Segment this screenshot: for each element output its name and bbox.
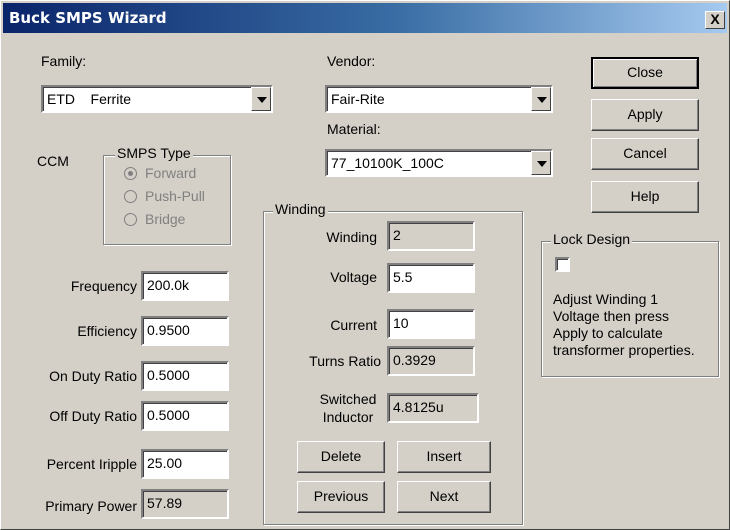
primary-power-label: Primary Power (45, 498, 137, 514)
material-select[interactable]: 77_10100K_100C (325, 149, 553, 177)
push-pull-label: Push-Pull (145, 188, 205, 204)
family-select[interactable]: ETD Ferrite (41, 85, 273, 113)
lock-design-text-4: transformer properties. (553, 342, 695, 358)
current-input[interactable]: 10 (387, 309, 475, 339)
winding-title: Winding (273, 201, 328, 217)
smps-type-title: SMPS Type (115, 145, 193, 161)
delete-button[interactable]: Delete (297, 441, 385, 473)
switched-inductor-label-1: Switched (319, 391, 377, 407)
on-duty-label: On Duty Ratio (49, 368, 137, 384)
lock-design-text-3: Apply to calculate (553, 325, 663, 341)
vendor-value: Fair-Rite (331, 91, 385, 107)
previous-button[interactable]: Previous (297, 481, 385, 513)
efficiency-input[interactable]: 0.9500 (141, 316, 229, 346)
turns-ratio-label: Turns Ratio (309, 353, 381, 369)
push-pull-radio[interactable] (124, 190, 137, 203)
forward-radio[interactable] (124, 167, 137, 180)
frequency-input[interactable]: 200.0k (141, 271, 229, 301)
off-duty-label: Off Duty Ratio (49, 408, 137, 424)
apply-button[interactable]: Apply (591, 99, 699, 131)
close-button[interactable]: Close (591, 57, 699, 89)
chevron-down-icon[interactable] (251, 87, 271, 111)
title-bar[interactable]: Buck SMPS Wizard X (3, 3, 727, 33)
lock-design-text-2: Voltage then press (553, 308, 669, 324)
window-title: Buck SMPS Wizard (9, 9, 167, 27)
wizard-window: Buck SMPS Wizard X Family: ETD Ferrite V… (0, 0, 730, 530)
lock-design-title: Lock Design (551, 231, 633, 247)
material-value: 77_10100K_100C (331, 155, 444, 171)
vendor-select[interactable]: Fair-Rite (325, 85, 553, 113)
switched-inductor-value: 4.8125u (387, 393, 479, 423)
material-label: Material: (327, 121, 381, 137)
current-label: Current (330, 317, 377, 333)
ripple-label: Percent Iripple (46, 456, 137, 472)
close-window-button[interactable]: X (705, 11, 725, 29)
insert-button[interactable]: Insert (397, 441, 491, 473)
winding-number: 2 (387, 221, 475, 251)
bridge-radio[interactable] (124, 213, 137, 226)
family-label: Family: (41, 53, 87, 69)
vendor-label: Vendor: (327, 53, 376, 69)
primary-power-value: 57.89 (141, 489, 229, 519)
help-button[interactable]: Help (591, 181, 699, 213)
bridge-label: Bridge (145, 211, 186, 227)
lock-design-checkbox[interactable] (555, 257, 570, 272)
frequency-label: Frequency (70, 278, 137, 294)
off-duty-input[interactable]: 0.5000 (141, 401, 229, 431)
next-button[interactable]: Next (397, 481, 491, 513)
cancel-button[interactable]: Cancel (591, 138, 699, 170)
chevron-down-icon[interactable] (531, 151, 551, 175)
winding-label: Winding (326, 229, 377, 245)
voltage-input[interactable]: 5.5 (387, 263, 475, 293)
efficiency-label: Efficiency (77, 323, 137, 339)
mode-label: CCM (37, 153, 69, 169)
close-icon: X (710, 11, 720, 27)
chevron-down-icon[interactable] (531, 87, 551, 111)
on-duty-input[interactable]: 0.5000 (141, 361, 229, 391)
turns-ratio-value: 0.3929 (387, 346, 475, 376)
lock-design-text-1: Adjust Winding 1 (553, 291, 659, 307)
family-value: ETD Ferrite (47, 91, 132, 107)
ripple-input[interactable]: 25.00 (141, 449, 229, 479)
voltage-label: Voltage (330, 269, 377, 285)
forward-label: Forward (145, 165, 197, 181)
switched-inductor-label-2: Inductor (322, 409, 374, 425)
